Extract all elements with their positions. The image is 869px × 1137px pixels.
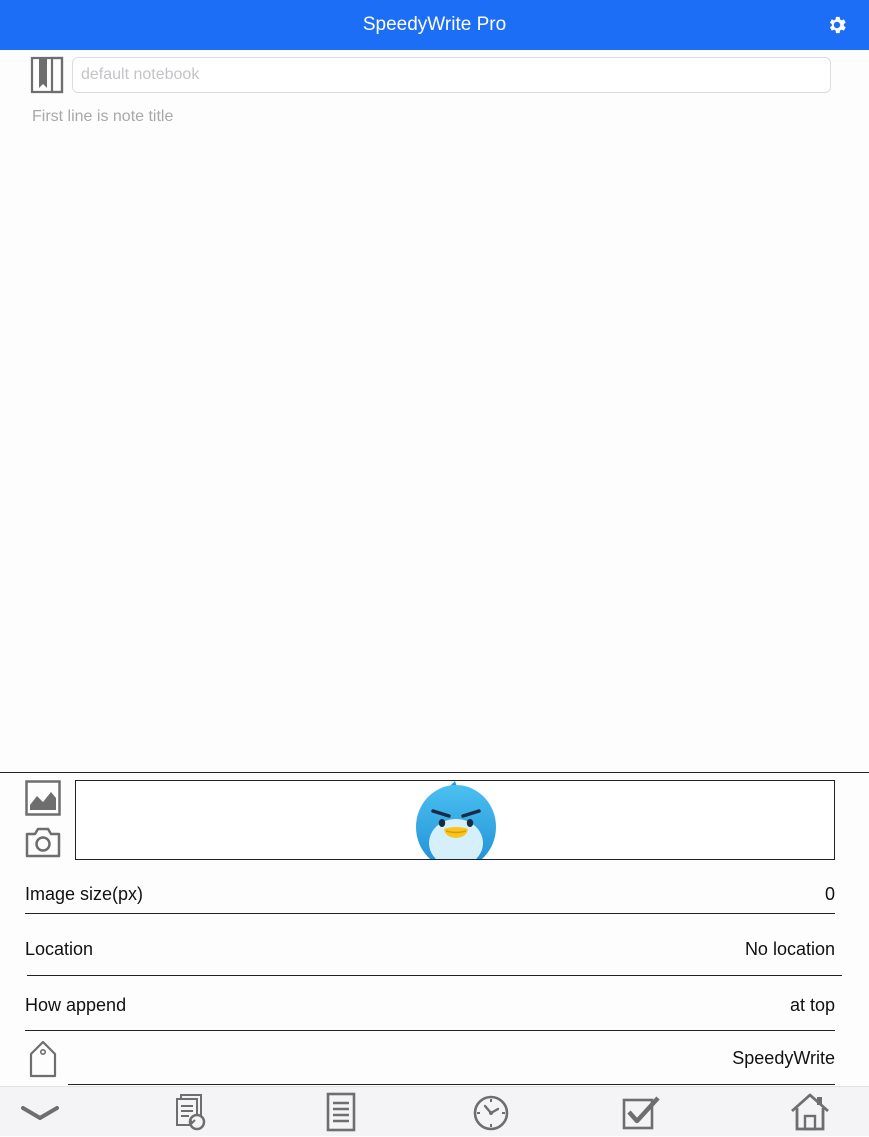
image-size-value: 0 <box>824 884 835 904</box>
image-size-row[interactable]: Image size(px) 0 <box>25 884 835 908</box>
tag-value: SpeedyWrite <box>732 1048 835 1068</box>
image-preview[interactable] <box>75 780 835 860</box>
row-divider <box>68 1084 835 1085</box>
history-icon[interactable] <box>170 1092 212 1132</box>
location-row[interactable]: Location No location <box>25 939 835 963</box>
home-icon[interactable] <box>789 1092 831 1132</box>
notebook-input[interactable] <box>72 57 831 93</box>
row-divider <box>25 913 835 914</box>
bottom-toolbar <box>0 1086 869 1136</box>
gear-icon[interactable] <box>826 14 848 36</box>
notebook-icon[interactable] <box>30 56 64 94</box>
location-label: Location <box>25 939 94 959</box>
row-divider <box>25 1030 835 1031</box>
image-icon[interactable] <box>25 780 61 816</box>
how-append-row[interactable]: How append at top <box>25 995 835 1019</box>
document-icon[interactable] <box>320 1092 362 1132</box>
checkbox-icon[interactable] <box>620 1092 662 1132</box>
app-title: SpeedyWrite Pro <box>362 14 507 35</box>
location-value: No location <box>744 939 835 959</box>
how-append-value: at top <box>789 995 835 1015</box>
row-divider <box>27 975 842 976</box>
panel-divider <box>0 772 869 773</box>
navigation-bar: SpeedyWrite Pro <box>0 0 869 50</box>
note-editor[interactable] <box>22 100 842 760</box>
tag-row[interactable]: SpeedyWrite <box>25 1048 835 1072</box>
image-size-label: Image size(px) <box>25 884 144 904</box>
camera-icon[interactable] <box>25 826 61 858</box>
chevron-down-icon[interactable] <box>19 1092 61 1132</box>
penguin-mascot <box>416 781 496 859</box>
how-append-label: How append <box>25 995 127 1015</box>
clock-icon[interactable] <box>470 1092 512 1132</box>
